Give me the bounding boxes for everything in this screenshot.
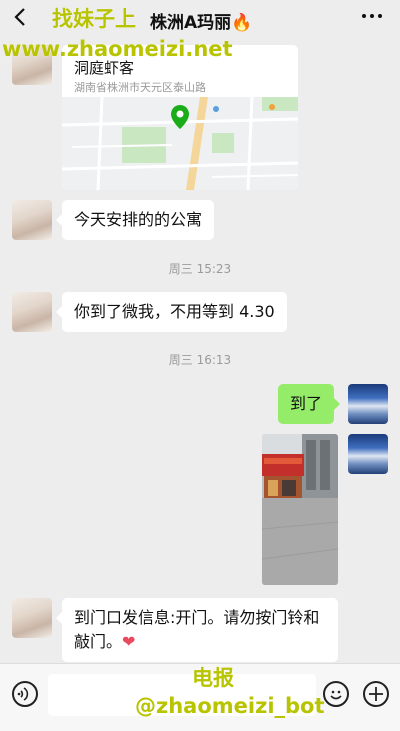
my-message-bubble[interactable]: 到了 (278, 384, 341, 424)
plus-icon (369, 687, 383, 701)
storefront-photo (262, 434, 338, 585)
photo-message[interactable] (262, 434, 338, 585)
watermark-url: www.zhaomeizi.net (2, 37, 233, 61)
my-avatar[interactable] (348, 434, 388, 474)
message-text: 到门口发信息:开门。请勿按门铃和敲门。 (74, 608, 320, 651)
plus-button[interactable] (363, 681, 389, 707)
emoji-icon (330, 690, 342, 700)
location-map (62, 97, 298, 190)
my-avatar[interactable] (348, 384, 388, 424)
message-text: 你到了微我，不用等到 4.30 (74, 302, 275, 321)
contact-avatar[interactable] (12, 598, 52, 638)
back-button[interactable] (10, 6, 32, 28)
timestamp: 周三 16:13 (168, 353, 232, 367)
watermark-text: 电报 (192, 666, 234, 690)
voice-button[interactable] (12, 681, 38, 707)
more-button[interactable] (360, 6, 384, 31)
timestamp: 周三 15:23 (168, 262, 232, 276)
watermark-handle: @zhaomeizi_bot (135, 694, 325, 718)
contact-avatar[interactable] (12, 200, 52, 240)
message-text: 今天安排的的公寓 (74, 210, 203, 229)
location-address: 湖南省株洲市天元区泰山路 (74, 81, 206, 94)
emoji-button[interactable] (323, 681, 349, 707)
more-dots-icon (362, 14, 382, 18)
contact-avatar[interactable] (12, 292, 52, 332)
chat-title: 株洲A玛丽🔥 (150, 13, 253, 33)
voice-icon (17, 687, 29, 701)
message-bubble[interactable]: 到门口发信息:开门。请勿按门铃和敲门。❤ (56, 598, 338, 662)
chevron-left-icon (14, 8, 25, 26)
watermark-text: 找妹子上 (52, 7, 136, 31)
location-card[interactable]: 洞庭虾客 湖南省株洲市天元区泰山路 (62, 45, 298, 190)
message-bubble[interactable]: 今天安排的的公寓 (55, 200, 215, 240)
message-bubble[interactable]: 你到了微我，不用等到 4.30 (56, 292, 287, 332)
heart-icon: ❤ (122, 632, 136, 651)
message-text: 到了 (290, 394, 323, 413)
